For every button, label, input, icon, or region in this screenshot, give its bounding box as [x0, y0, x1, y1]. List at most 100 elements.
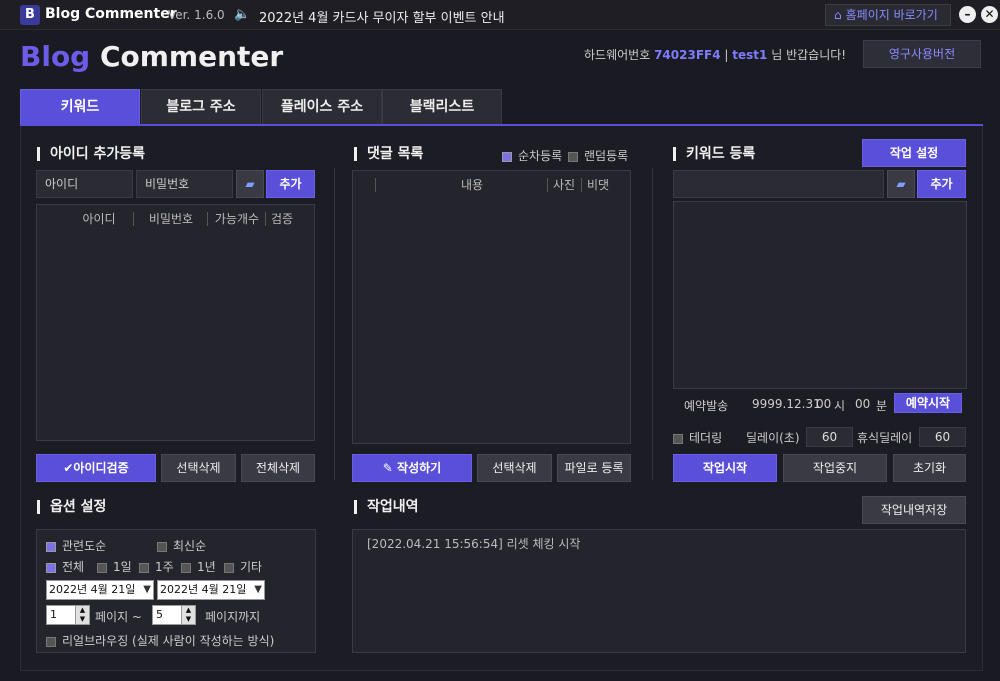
hw-sep: | [724, 48, 729, 62]
range-other-checkbox[interactable]: 기타 [224, 558, 262, 575]
brand-part1: Blog [20, 40, 91, 73]
spin-down-icon[interactable]: ▼ [181, 615, 195, 624]
add-keyword-button[interactable]: 추가 [917, 170, 966, 198]
col-sep [207, 212, 208, 226]
id-table[interactable]: 아이디 비밀번호 가능개수 검증 [36, 204, 315, 441]
col-sep [581, 178, 582, 192]
hw-label: 하드웨어번호 [584, 48, 651, 62]
divider [334, 168, 335, 480]
reserve-start-button[interactable]: 예약시작 [894, 393, 962, 413]
1y-check [181, 562, 191, 573]
col-sep [375, 178, 376, 192]
range-1d-checkbox[interactable]: 1일 [97, 558, 132, 575]
spin-down-icon[interactable]: ▼ [75, 615, 89, 624]
stop-task-button[interactable]: 작업중지 [783, 454, 887, 482]
page-until-label: 페이지까지 [205, 610, 261, 624]
col-sep [547, 178, 548, 192]
delete-selected-ids-button[interactable]: 선택삭제 [161, 454, 236, 482]
delete-all-ids-button[interactable]: 전체삭제 [241, 454, 315, 482]
range-1w-checkbox[interactable]: 1주 [139, 558, 174, 575]
write-comment-button[interactable]: ✎ 작성하기 [352, 454, 472, 482]
title-bar: B Blog Commenter Ver. 1.6.0 🔈 2022년 4월 카… [0, 0, 1000, 30]
sort-recent-checkbox[interactable]: 최신순 [157, 537, 206, 554]
1y-label: 1년 [197, 560, 216, 574]
app-logo-icon: B [20, 5, 40, 25]
col-id: 아이디 [82, 212, 116, 226]
home-icon: ⌂ [834, 8, 842, 22]
reserve-hour[interactable]: 00 [816, 397, 831, 411]
chevron-down-icon: ▼ [254, 584, 262, 595]
sort-relevance-checkbox[interactable]: 관련도순 [46, 537, 106, 554]
file-register-button[interactable]: 파일로 등록 [557, 454, 631, 482]
app-name: Blog Commenter [45, 6, 177, 22]
folder-icon[interactable]: ▰ [887, 170, 915, 198]
recent-check [157, 541, 167, 552]
reserve-date[interactable]: 9999.12.31 [752, 397, 821, 411]
delay-label: 딜레이(초) [746, 431, 800, 445]
random-checkbox[interactable]: 랜덤등록 [568, 147, 628, 164]
user-info: 하드웨어번호 74023FF4 | test1 님 반갑습니다! [584, 46, 846, 63]
page-from-value: 1 [50, 608, 57, 621]
tab-place-address[interactable]: 플레이스 주소 [262, 89, 382, 125]
relevance-check [46, 541, 56, 552]
verify-id-button[interactable]: ✔아이디검증 [36, 454, 156, 482]
keyword-input[interactable] [673, 170, 884, 198]
sequential-label: 순차등록 [518, 149, 563, 163]
delete-selected-comments-button[interactable]: 선택삭제 [477, 454, 552, 482]
range-all-checkbox[interactable]: 전체 [46, 558, 84, 575]
hour-unit: 시 [834, 399, 846, 413]
recent-label: 최신순 [173, 539, 207, 553]
minute-unit: 분 [876, 399, 888, 413]
log-title: 작업내역 [354, 500, 419, 514]
add-id-button[interactable]: 추가 [266, 170, 315, 198]
save-log-button[interactable]: 작업내역저장 [862, 496, 966, 524]
folder-icon[interactable]: ▰ [236, 170, 264, 198]
password-input[interactable]: 비밀번호 [136, 170, 233, 198]
task-settings-button[interactable]: 작업 설정 [862, 139, 966, 167]
minimize-button[interactable]: – [959, 6, 976, 23]
real-browsing-checkbox[interactable]: 리얼브라우징 (실제 사람이 작성하는 방식) [46, 632, 274, 649]
col-secret: 비댓 [586, 178, 610, 192]
rest-delay-input[interactable]: 60 [919, 427, 966, 447]
col-available: 가능개수 [214, 212, 260, 226]
divider [652, 168, 653, 480]
other-check [224, 562, 234, 573]
tab-blog-address[interactable]: 블로그 주소 [141, 89, 261, 125]
brand-part2: Commenter [90, 40, 284, 73]
1w-label: 1주 [155, 560, 174, 574]
reserve-label: 예약발송 [684, 399, 729, 413]
tab-keyword[interactable]: 키워드 [20, 89, 140, 125]
spin-up-icon[interactable]: ▲ [181, 606, 195, 615]
other-label: 기타 [240, 560, 263, 574]
spin-up-icon[interactable]: ▲ [75, 606, 89, 615]
date-from-value: 2022년 4월 21일 [49, 583, 136, 596]
date-from-select[interactable]: 2022년 4월 21일 ▼ [46, 580, 154, 600]
tab-blacklist[interactable]: 블랙리스트 [382, 89, 502, 125]
notice-text[interactable]: 2022년 4월 카드사 무이자 할부 이벤트 안내 [259, 7, 505, 26]
page-to-spinner[interactable]: 5 ▲ ▼ [152, 605, 196, 625]
range-1y-checkbox[interactable]: 1년 [181, 558, 216, 575]
reserve-minute[interactable]: 00 [855, 397, 870, 411]
page-from-spinner[interactable]: 1 ▲ ▼ [46, 605, 90, 625]
homepage-button[interactable]: ⌂ 홈페이지 바로가기 [825, 4, 951, 26]
options-title: 옵션 설정 [37, 500, 106, 514]
close-button[interactable]: ✕ [981, 6, 998, 23]
start-task-button[interactable]: 작업시작 [673, 454, 777, 482]
reset-button[interactable]: 초기화 [893, 454, 966, 482]
username: test1 [732, 48, 768, 62]
sequential-checkbox[interactable]: 순차등록 [502, 147, 562, 164]
real-browsing-check [46, 636, 56, 647]
keyword-list[interactable] [673, 201, 967, 389]
log-box[interactable]: [2022.04.21 15:56:54] 리셋 체킹 시작 [352, 529, 966, 653]
date-to-value: 2022년 4월 21일 [160, 583, 247, 596]
delay-input[interactable]: 60 [806, 427, 853, 447]
keyword-section-title: 키워드 등록 [673, 147, 755, 161]
id-input[interactable]: 아이디 [36, 170, 133, 198]
tethering-checkbox[interactable]: 테더링 [673, 429, 722, 446]
col-sep [133, 212, 134, 226]
date-to-select[interactable]: 2022년 4월 21일 ▼ [157, 580, 265, 600]
app-version: Ver. 1.6.0 [168, 8, 225, 22]
homepage-label: 홈페이지 바로가기 [845, 8, 938, 22]
comment-table[interactable]: 내용 사진 비댓 [352, 170, 631, 444]
license-button[interactable]: 영구사용버전 [863, 40, 981, 68]
